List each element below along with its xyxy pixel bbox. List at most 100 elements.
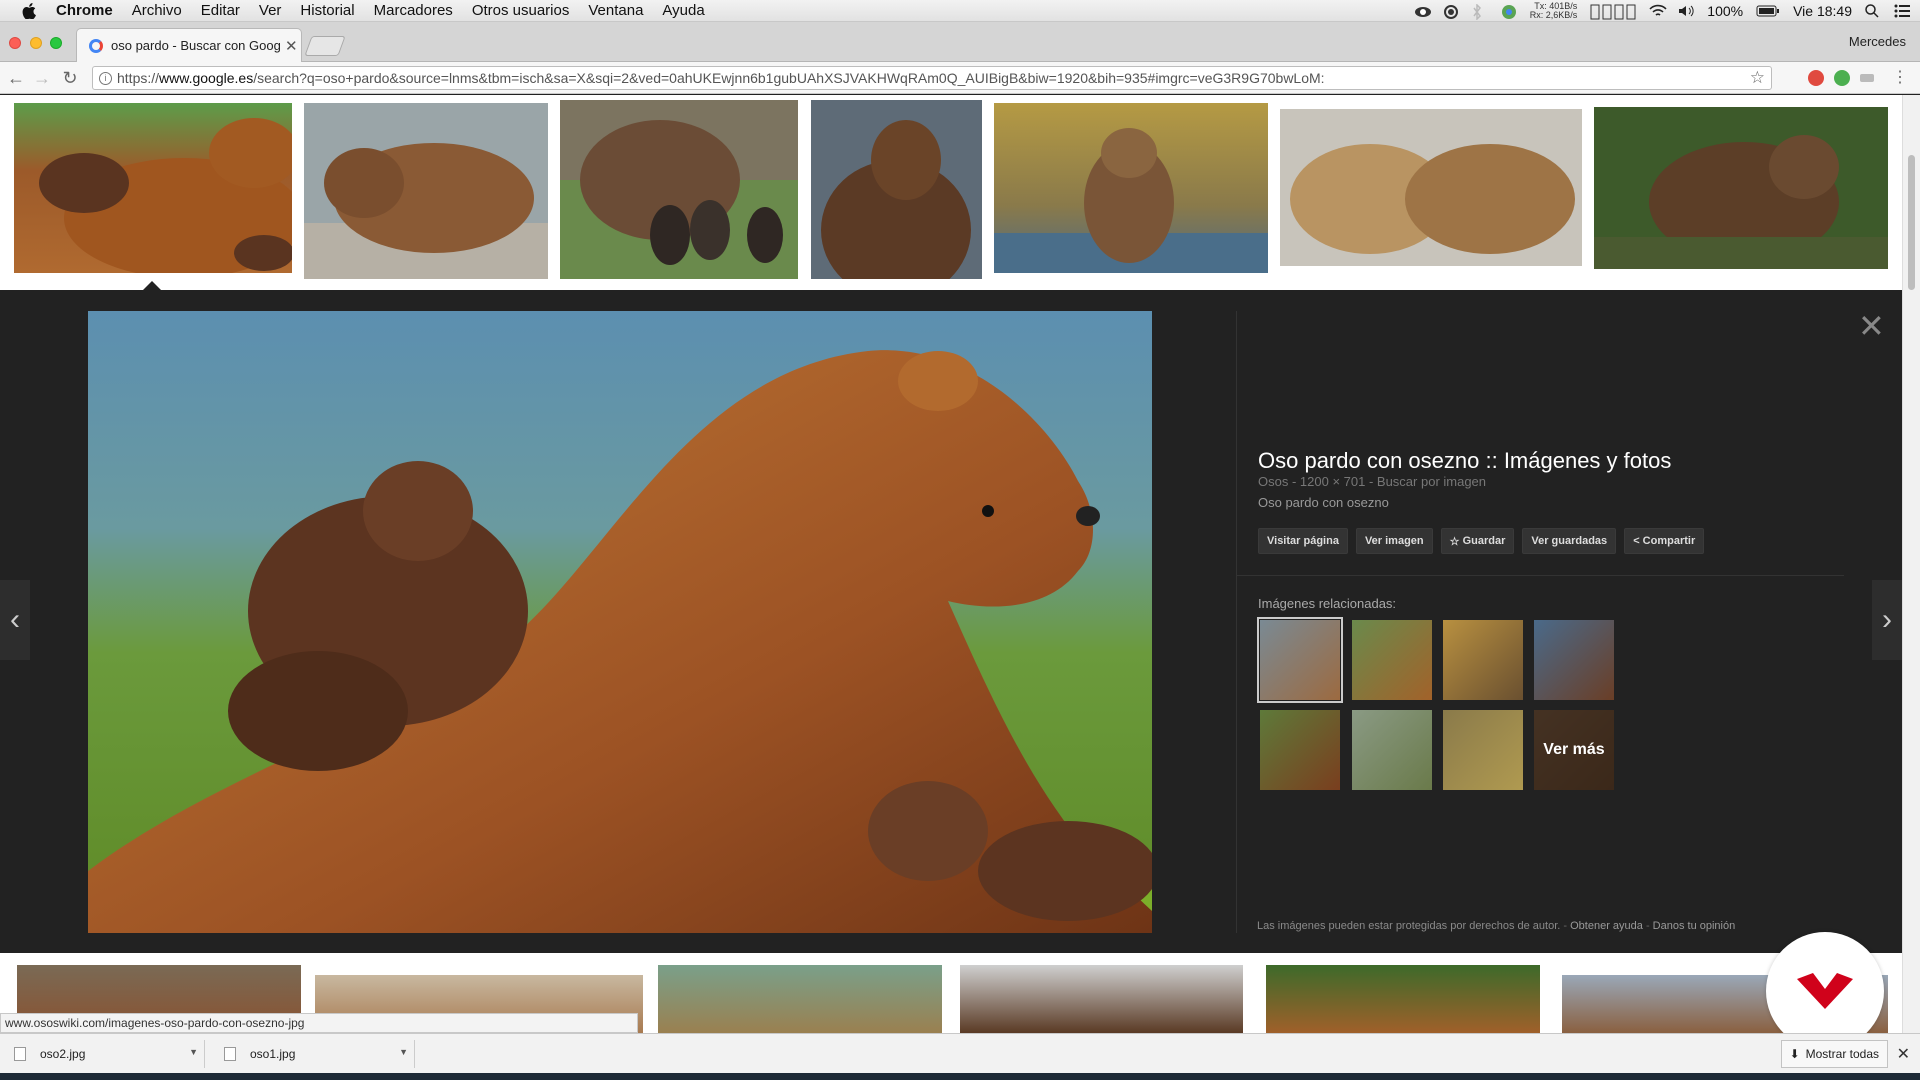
search-by-image-link[interactable]: Buscar por imagen — [1377, 474, 1486, 489]
profile-name[interactable]: Mercedes — [1849, 34, 1906, 49]
extension-globe-icon[interactable] — [1834, 70, 1850, 86]
desktop-edge — [0, 1073, 1920, 1080]
extension-red-icon[interactable] — [1808, 70, 1824, 86]
record-icon[interactable] — [1443, 4, 1459, 19]
address-bar[interactable]: i https://www.google.es/search?q=oso+par… — [92, 66, 1772, 90]
star-icon: ☆ — [1449, 535, 1463, 548]
share-button[interactable]: < Compartir — [1624, 528, 1705, 554]
download-filename: oso1.jpg — [250, 1047, 296, 1061]
download-item[interactable]: oso2.jpg ▼ — [0, 1040, 205, 1068]
related-image[interactable] — [1534, 620, 1614, 700]
chrome-remote-icon[interactable] — [1501, 4, 1517, 19]
google-favicon-icon — [89, 38, 103, 53]
related-image[interactable] — [1443, 710, 1523, 790]
previous-image-arrow-icon[interactable]: ‹ — [0, 580, 30, 660]
menu-otros-usuarios[interactable]: Otros usuarios — [472, 2, 570, 19]
menu-historial[interactable]: Historial — [300, 2, 354, 19]
result-thumbnail[interactable] — [1280, 109, 1582, 266]
share-icon: < — [1633, 535, 1643, 547]
battery-percent: 100% — [1707, 3, 1744, 19]
image-title[interactable]: Oso pardo con osezno :: Imágenes y fotos — [1258, 448, 1671, 474]
result-thumbnail[interactable] — [304, 103, 548, 279]
viewer-divider — [1236, 311, 1237, 933]
tab-close-icon[interactable]: ✕ — [285, 37, 298, 55]
forward-arrow-icon[interactable]: → — [32, 68, 52, 88]
result-thumbnail[interactable] — [960, 965, 1243, 1033]
download-icon: ⬇ — [1789, 1047, 1800, 1061]
file-icon — [224, 1047, 236, 1061]
result-thumbnail[interactable] — [1594, 107, 1888, 269]
page-info-icon[interactable]: i — [99, 72, 112, 85]
result-thumbnail[interactable] — [1266, 965, 1540, 1033]
menu-marcadores[interactable]: Marcadores — [374, 2, 453, 19]
status-bar-url: www.ososwiki.com/imagenes-oso-pardo-con-… — [0, 1013, 638, 1033]
result-thumbnail[interactable] — [658, 965, 942, 1033]
window-zoom-button[interactable] — [50, 37, 62, 49]
window-minimize-button[interactable] — [30, 37, 42, 49]
menu-editar[interactable]: Editar — [201, 2, 240, 19]
menu-archivo[interactable]: Archivo — [132, 2, 182, 19]
apple-icon[interactable] — [20, 2, 38, 20]
downloads-bar: oso2.jpg ▼ oso1.jpg ▼ ⬇ Mostrar todas ✕ — [0, 1033, 1920, 1073]
help-link[interactable]: Obtener ayuda — [1570, 920, 1643, 932]
notification-center-icon[interactable] — [1894, 4, 1910, 18]
new-tab-button[interactable] — [304, 36, 346, 56]
related-image[interactable] — [1257, 617, 1343, 703]
bookmark-star-icon[interactable]: ☆ — [1750, 68, 1765, 88]
menu-ver[interactable]: Ver — [259, 2, 282, 19]
browser-toolbar: ← → ↻ i https://www.google.es/search?q=o… — [0, 62, 1920, 94]
creative-cloud-icon[interactable] — [1414, 4, 1431, 18]
spotlight-search-icon[interactable] — [1865, 4, 1881, 18]
separator — [1236, 575, 1844, 576]
related-image[interactable] — [1352, 710, 1432, 790]
result-thumbnail[interactable] — [14, 103, 292, 273]
close-downloads-icon[interactable]: ✕ — [1897, 1044, 1910, 1064]
back-arrow-icon[interactable]: ← — [6, 68, 26, 88]
image-meta: Osos - 1200 × 701 - Buscar por imagen — [1258, 474, 1487, 489]
main-image[interactable] — [88, 311, 1152, 933]
download-filename: oso2.jpg — [40, 1047, 86, 1061]
bluetooth-icon[interactable] — [1472, 3, 1488, 21]
page-scrollbar[interactable] — [1902, 95, 1920, 1033]
copyright-footnote: Las imágenes pueden estar protegidas por… — [1257, 920, 1736, 932]
view-saved-button[interactable]: Ver guardadas — [1522, 528, 1617, 554]
see-more-button[interactable]: Ver más — [1534, 710, 1614, 790]
menu-chrome[interactable]: Chrome — [56, 2, 113, 19]
save-button[interactable]: ☆ Guardar — [1440, 528, 1515, 554]
image-site[interactable]: Osos — [1258, 474, 1288, 489]
related-image[interactable] — [1260, 710, 1340, 790]
tab-google-search[interactable]: oso pardo - Buscar con Google ✕ — [76, 28, 302, 62]
feedback-link[interactable]: Danos tu opinión — [1653, 920, 1736, 932]
result-thumbnail[interactable] — [994, 103, 1268, 273]
clock[interactable]: Vie 18:49 — [1793, 3, 1852, 19]
related-image[interactable] — [1352, 620, 1432, 700]
result-thumbnail[interactable] — [560, 100, 798, 279]
volume-icon[interactable] — [1678, 4, 1694, 18]
download-menu-icon[interactable]: ▼ — [399, 1047, 408, 1057]
menu-ventana[interactable]: Ventana — [588, 2, 643, 19]
image-dimensions: 1200 × 701 — [1299, 474, 1366, 489]
battery-icon[interactable] — [1756, 4, 1780, 18]
next-image-arrow-icon[interactable]: › — [1872, 580, 1902, 660]
address-url[interactable]: https://www.google.es/search?q=oso+pardo… — [117, 70, 1737, 86]
menu-ayuda[interactable]: Ayuda — [662, 2, 704, 19]
extension-gray-icon[interactable] — [1860, 74, 1874, 82]
visit-page-button[interactable]: Visitar página — [1258, 528, 1348, 554]
download-menu-icon[interactable]: ▼ — [189, 1047, 198, 1057]
show-all-downloads-button[interactable]: ⬇ Mostrar todas — [1780, 1040, 1888, 1068]
memory-monitor-icon[interactable] — [1590, 4, 1636, 20]
view-image-button[interactable]: Ver imagen — [1355, 528, 1433, 554]
tab-title: oso pardo - Buscar con Google — [111, 38, 281, 53]
download-item[interactable]: oso1.jpg ▼ — [210, 1040, 415, 1068]
tab-strip: oso pardo - Buscar con Google ✕ Mercedes — [0, 22, 1920, 62]
chrome-menu-icon[interactable]: ⋮ — [1890, 68, 1910, 88]
close-viewer-icon[interactable]: ✕ — [1858, 310, 1885, 342]
window-close-button[interactable] — [9, 37, 21, 49]
wifi-icon[interactable] — [1649, 4, 1667, 18]
reload-icon[interactable]: ↻ — [60, 68, 80, 88]
scrollbar-thumb[interactable] — [1908, 155, 1915, 290]
image-description: Oso pardo con osezno — [1258, 495, 1389, 510]
result-thumbnail[interactable] — [811, 100, 982, 279]
menubar: Chrome Archivo Editar Ver Historial Marc… — [0, 0, 1920, 22]
related-image[interactable] — [1443, 620, 1523, 700]
